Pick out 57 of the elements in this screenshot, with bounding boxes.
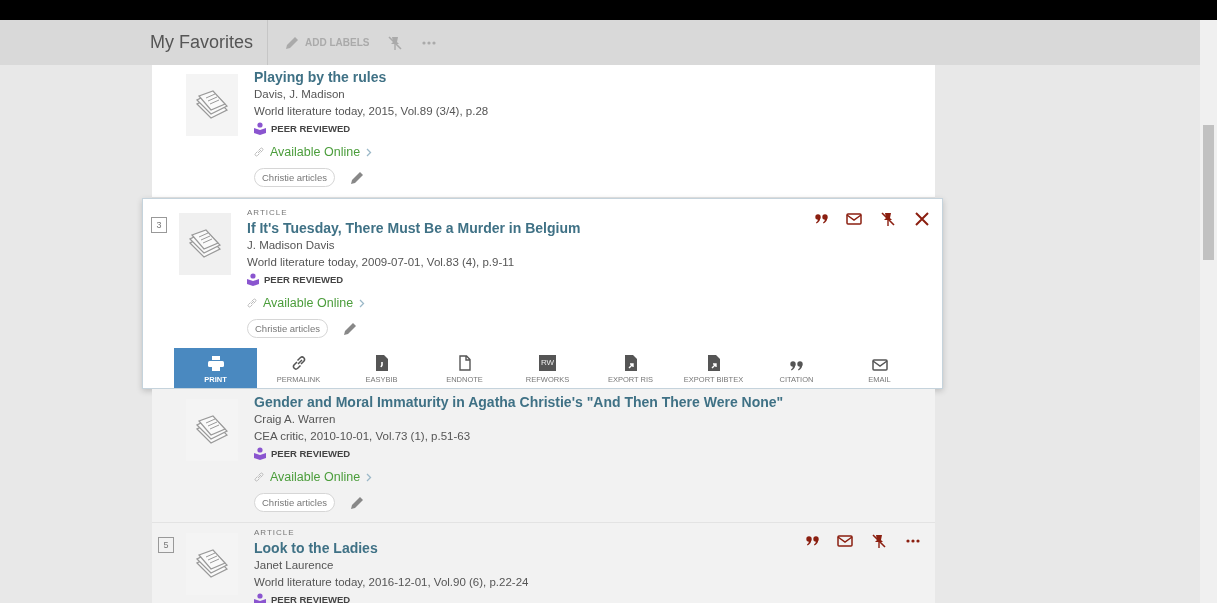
quote-icon[interactable]: [806, 536, 819, 546]
more-icon[interactable]: [905, 538, 921, 544]
record-source: CEA critic, 2010-10-01, Vol.73 (1), p.51-63: [254, 429, 472, 444]
file-export-icon: [707, 355, 720, 371]
pencil-icon: [348, 169, 365, 186]
record-title[interactable]: Playing by the rules: [254, 68, 489, 86]
file-icon: [375, 355, 388, 371]
printer-icon: [207, 356, 224, 371]
peer-reviewed-label: PEER REVIEWED: [264, 273, 344, 287]
record-type: ARTICLE: [247, 207, 289, 219]
peer-reviewed-label: PEER REVIEWED: [271, 122, 351, 136]
close-icon[interactable]: [914, 211, 930, 227]
refworks-icon: RW: [538, 355, 557, 371]
unpin-icon[interactable]: [871, 533, 887, 549]
record-source: World literature today, 2015, Vol.89 (3/4), p.28: [254, 104, 489, 119]
record-source: World literature today, 2009-07-01, Vol.83 (4), p.9-11: [247, 255, 516, 270]
peer-reviewed-icon: [254, 593, 266, 603]
envelope-icon[interactable]: [871, 359, 888, 371]
record-author: Janet Laurence: [254, 558, 335, 573]
peer-reviewed-label: PEER REVIEWED: [271, 447, 351, 461]
quote-icon[interactable]: [815, 214, 828, 224]
record-author: Craig A. Warren: [254, 412, 337, 427]
pencil-icon: [284, 34, 301, 51]
record-source: World literature today, 2016-12-01, Vol.90 (6), p.22-24: [254, 575, 529, 590]
record-number: 3: [151, 217, 167, 233]
peer-reviewed-icon: [254, 447, 266, 460]
link-icon: [254, 472, 264, 482]
record-title[interactable]: Look to the Ladies: [254, 539, 529, 557]
envelope-icon[interactable]: [837, 535, 853, 547]
availability-link[interactable]: Available Online: [270, 145, 361, 159]
pencil-icon: [341, 320, 358, 337]
document-thumbnail: [186, 74, 238, 136]
record-title[interactable]: If It's Tuesday, There Must Be a Murder in Belgium: [247, 219, 930, 237]
peer-reviewed-icon: [254, 122, 266, 135]
file-export-icon: [624, 355, 637, 371]
pencil-icon: [348, 494, 365, 511]
quote-icon[interactable]: [790, 361, 803, 371]
record-type: ARTICLE: [254, 527, 296, 539]
availability-link[interactable]: Available Online: [270, 470, 361, 484]
record-author: Davis, J. Madison: [254, 87, 346, 102]
envelope-icon[interactable]: [846, 213, 862, 225]
unpin-icon[interactable]: [880, 211, 896, 227]
link-icon: [247, 298, 257, 308]
document-icon: [458, 355, 471, 371]
record-number: 5: [158, 537, 174, 553]
record-author: J. Madison Davis: [247, 238, 336, 253]
link-icon: [290, 355, 307, 371]
label-tag[interactable]: Christie articles: [247, 319, 328, 338]
label-tag[interactable]: Christie articles: [254, 493, 335, 512]
peer-reviewed-icon: [247, 273, 259, 286]
link-icon: [254, 147, 264, 157]
document-thumbnail: [179, 213, 231, 275]
label-tag[interactable]: Christie articles: [254, 168, 335, 187]
record-title[interactable]: Gender and Moral Immaturity in Agatha Christie's "And Then There Were None": [254, 393, 784, 411]
scrollbar-thumb[interactable]: [1203, 125, 1214, 260]
availability-link[interactable]: Available Online: [263, 296, 354, 310]
peer-reviewed-label: PEER REVIEWED: [271, 593, 351, 603]
